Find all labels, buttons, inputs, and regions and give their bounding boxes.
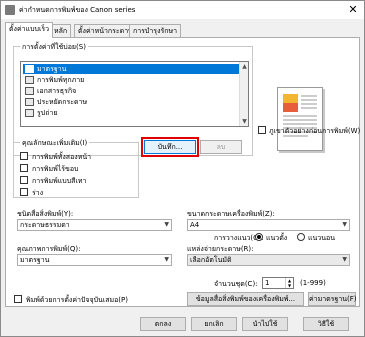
delete-button[interactable]: ลบ bbox=[200, 140, 242, 154]
document-icon bbox=[25, 98, 34, 106]
always-print-checkbox[interactable] bbox=[14, 295, 22, 303]
save-button[interactable]: บันทึก... bbox=[141, 137, 199, 157]
list-item[interactable]: มาตรฐาน bbox=[23, 64, 239, 74]
copies-stepper[interactable]: 1 ▲ ▼ bbox=[262, 277, 294, 289]
scroll-up-icon[interactable]: ▲ bbox=[240, 62, 248, 71]
common-settings-list[interactable]: มาตรฐาน การพิมพ์ทุกภาย เอกสารธุรกิจ ประห… bbox=[20, 61, 249, 127]
chevron-down-icon: ▼ bbox=[164, 256, 169, 263]
common-settings-label: การตั้งค่าที่ใช้บ่อย(S) bbox=[20, 42, 88, 53]
defaults-button[interactable]: ค่ามาตรฐาน(F) bbox=[308, 292, 357, 306]
draft-checkbox[interactable] bbox=[20, 188, 28, 196]
draft-label: ร่าง bbox=[32, 189, 44, 197]
always-preview-checkbox[interactable] bbox=[258, 126, 266, 134]
spin-down-icon[interactable]: ▼ bbox=[285, 283, 293, 288]
tab-quick-setup[interactable]: ตั้งค่าแบบเร็ว bbox=[5, 22, 54, 38]
close-icon[interactable]: ✕ bbox=[346, 3, 360, 17]
additional-features-group: คุณลักษณะเพิ่มเติม(I) การพิมพ์ทั้งสองหน้… bbox=[13, 138, 139, 198]
media-type-select[interactable]: กระดาษธรรมดา ▼ bbox=[17, 219, 172, 231]
apply-button[interactable]: นำไปใช้ bbox=[242, 317, 288, 331]
printer-icon bbox=[5, 5, 15, 15]
borderless-checkbox[interactable] bbox=[20, 164, 28, 172]
list-item[interactable]: รูปถ่าย bbox=[23, 108, 239, 118]
landscape-label: แนวนอน bbox=[308, 234, 336, 242]
landscape-radio[interactable] bbox=[297, 233, 305, 241]
additional-features-label: คุณลักษณะเพิ่มเติม(I) bbox=[20, 138, 90, 149]
always-preview-label: ภูเขาตัวอย่างก่อนการพิมพ์(W) bbox=[269, 127, 361, 135]
document-icon bbox=[25, 76, 34, 84]
printer-media-info-button[interactable]: ข้อมูลสื่อสิ่งพิมพ์ของเครื่องพิมพ์... bbox=[187, 292, 304, 306]
copies-value: 1 bbox=[265, 279, 270, 287]
print-preferences-window: ค่ากำหนดการพิมพ์ของ Canon series ✕ ตั้งค… bbox=[0, 0, 365, 337]
list-item[interactable]: เอกสารธุรกิจ bbox=[23, 86, 239, 96]
title-bar: ค่ากำหนดการพิมพ์ของ Canon series ✕ bbox=[1, 1, 364, 19]
duplex-label: การพิมพ์ทั้งสองหน้า bbox=[32, 153, 92, 161]
paper-source-select[interactable]: เลือกอัตโนมัติ ▼ bbox=[187, 254, 350, 266]
copies-label: จำนวนชุด(C): bbox=[214, 280, 258, 288]
borderless-label: การพิมพ์ไร้ขอบ bbox=[32, 165, 79, 173]
always-print-label: พิมพ์ด้วยการตั้งค่าปัจจุบันเสมอ(P) bbox=[26, 296, 128, 304]
grayscale-checkbox[interactable] bbox=[20, 176, 28, 184]
scroll-down-icon[interactable]: ▼ bbox=[240, 117, 248, 126]
grayscale-label: การพิมพ์แบบสีเทา bbox=[32, 177, 87, 185]
ok-button[interactable]: ตกลง bbox=[140, 317, 186, 331]
document-icon bbox=[25, 65, 34, 73]
list-item[interactable]: การพิมพ์ทุกภาย bbox=[23, 75, 239, 85]
window-title: ค่ากำหนดการพิมพ์ของ Canon series bbox=[19, 6, 136, 14]
chevron-down-icon: ▼ bbox=[164, 221, 169, 228]
tab-maintenance[interactable]: การบำรุงรักษา bbox=[129, 24, 182, 37]
chevron-down-icon: ▼ bbox=[342, 256, 347, 263]
tab-panel: การตั้งค่าที่ใช้บ่อย(S) มาตรฐาน การพิมพ์… bbox=[5, 37, 360, 307]
copies-range: (1-999) bbox=[300, 279, 326, 287]
paper-size-select[interactable]: A4 ▼ bbox=[187, 219, 350, 231]
document-icon bbox=[25, 87, 34, 95]
document-preview-icon bbox=[283, 94, 317, 137]
list-scrollbar[interactable]: ▲ ▼ bbox=[239, 62, 248, 126]
portrait-label: แนวตั้ง bbox=[266, 234, 288, 242]
tab-main[interactable]: หลัก bbox=[50, 24, 72, 37]
cancel-button[interactable]: ยกเลิก bbox=[191, 317, 237, 331]
tab-page-setup[interactable]: ตั้งค่าหน้ากระดาษ bbox=[74, 24, 137, 37]
portrait-radio[interactable] bbox=[255, 233, 263, 241]
duplex-checkbox[interactable] bbox=[20, 152, 28, 160]
page-preview bbox=[277, 87, 323, 151]
list-item[interactable]: ประหยัดกระดาษ bbox=[23, 97, 239, 107]
print-quality-select[interactable]: มาตรฐาน ▼ bbox=[17, 254, 172, 266]
help-button[interactable]: วิธีใช้ bbox=[303, 317, 349, 331]
chevron-down-icon: ▼ bbox=[342, 221, 347, 228]
photo-icon bbox=[25, 109, 34, 117]
